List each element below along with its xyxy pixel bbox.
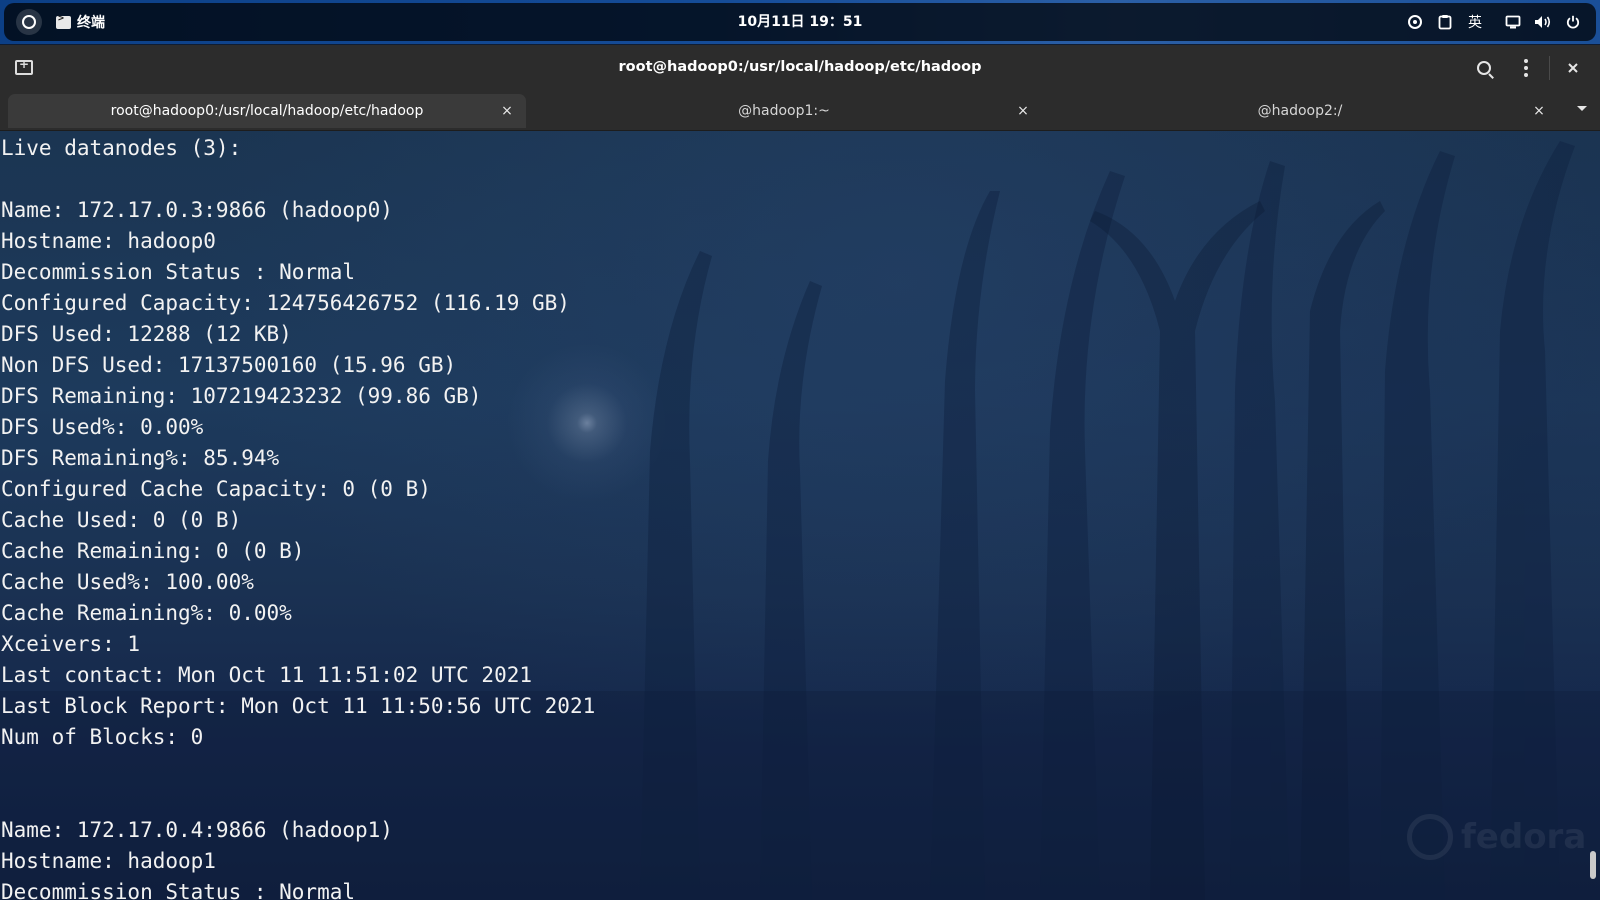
terminal-line: Xceivers: 1 — [1, 632, 141, 656]
terminal-line: Hostname: hadoop0 — [1, 229, 216, 253]
top-bar-panel: 终端 10月11日 19：51 英 — [4, 3, 1596, 41]
clipboard-icon[interactable] — [1430, 3, 1460, 41]
terminal-line: DFS Remaining: 107219423232 (99.86 GB) — [1, 384, 482, 408]
terminal-line: Cache Remaining%: 0.00% — [1, 601, 292, 625]
tab-hadoop2[interactable]: @hadoop2:/ × — [1042, 94, 1558, 128]
terminal-line: DFS Remaining%: 85.94% — [1, 446, 280, 470]
close-icon — [1568, 62, 1578, 73]
terminal-line: DFS Used%: 0.00% — [1, 415, 204, 439]
terminal-line: Cache Used%: 100.00% — [1, 570, 254, 594]
fedora-watermark-text: fedora — [1461, 817, 1587, 857]
window-title: root@hadoop0:/usr/local/hadoop/etc/hadoo… — [618, 59, 982, 75]
fedora-logo-icon — [1407, 814, 1453, 860]
search-icon — [1477, 60, 1491, 75]
power-icon — [1558, 3, 1588, 41]
tab-close-button[interactable]: × — [1014, 102, 1032, 120]
fedora-watermark: fedora — [1407, 814, 1586, 860]
terminal-line: Name: 172.17.0.3:9866 (hadoop0) — [1, 198, 393, 222]
terminal-line: Last contact: Mon Oct 11 11:51:02 UTC 20… — [1, 663, 533, 687]
tab-hadoop0[interactable]: root@hadoop0:/usr/local/hadoop/etc/hadoo… — [8, 94, 526, 128]
terminal-line: Decommission Status : Normal — [1, 260, 356, 284]
terminal-output: Live datanodes (3): Name: 172.17.0.3:9866… — [1, 133, 595, 900]
gnome-top-bar: 终端 10月11日 19：51 英 — [0, 0, 1600, 44]
terminal-line: Configured Capacity: 124756426752 (116.1… — [1, 291, 570, 315]
input-method-indicator[interactable]: 英 — [1460, 3, 1490, 41]
terminal-line: Decommission Status : Normal — [1, 880, 356, 900]
clock[interactable]: 10月11日 19：51 — [4, 3, 1596, 41]
terminal-line: Num of Blocks: 0 — [1, 725, 204, 749]
terminal-scrollbar[interactable] — [1586, 131, 1600, 900]
terminal-line: Name: 172.17.0.4:9866 (hadoop1) — [1, 818, 393, 842]
search-button[interactable] — [1463, 50, 1505, 86]
terminal-line: Non DFS Used: 17137500160 (15.96 GB) — [1, 353, 457, 377]
tab-label: @hadoop2:/ — [1257, 103, 1343, 119]
menu-button[interactable] — [1505, 50, 1547, 86]
header-bar: root@hadoop0:/usr/local/hadoop/etc/hadoo… — [0, 45, 1600, 90]
terminal-line: Last Block Report: Mon Oct 11 11:50:56 U… — [1, 694, 596, 718]
tab-bar: root@hadoop0:/usr/local/hadoop/etc/hadoo… — [0, 90, 1600, 131]
terminal-window: root@hadoop0:/usr/local/hadoop/etc/hadoo… — [0, 45, 1600, 900]
tab-close-button[interactable]: × — [1530, 102, 1548, 120]
scrollbar-thumb[interactable] — [1590, 851, 1596, 879]
tab-close-button[interactable]: × — [498, 102, 516, 120]
tab-list-dropdown[interactable] — [1574, 102, 1590, 118]
header-separator — [1549, 55, 1550, 80]
terminal-line: DFS Used: 12288 (12 KB) — [1, 322, 292, 346]
terminal-line: Hostname: hadoop1 — [1, 849, 216, 873]
display-icon — [1498, 3, 1528, 41]
tab-label: @hadoop1:~ — [738, 103, 830, 119]
terminal-line: Configured Cache Capacity: 0 (0 B) — [1, 477, 431, 501]
system-tray: 英 — [1400, 3, 1588, 41]
kebab-menu-icon — [1524, 58, 1528, 77]
tab-label: root@hadoop0:/usr/local/hadoop/etc/hadoo… — [110, 103, 424, 119]
terminal-line: Cache Used: 0 (0 B) — [1, 508, 242, 532]
terminal-line: Cache Remaining: 0 (0 B) — [1, 539, 305, 563]
close-window-button[interactable] — [1552, 50, 1594, 86]
header-actions — [1463, 45, 1594, 90]
terminal-line: Live datanodes (3): — [1, 136, 242, 160]
volume-icon — [1528, 3, 1558, 41]
extension-icon[interactable] — [1400, 3, 1430, 41]
system-status-menu[interactable] — [1498, 3, 1588, 41]
tab-hadoop1[interactable]: @hadoop1:~ × — [526, 94, 1042, 128]
terminal-view[interactable]: fedora Live datanodes (3): Name: 172.17.0… — [0, 131, 1600, 900]
